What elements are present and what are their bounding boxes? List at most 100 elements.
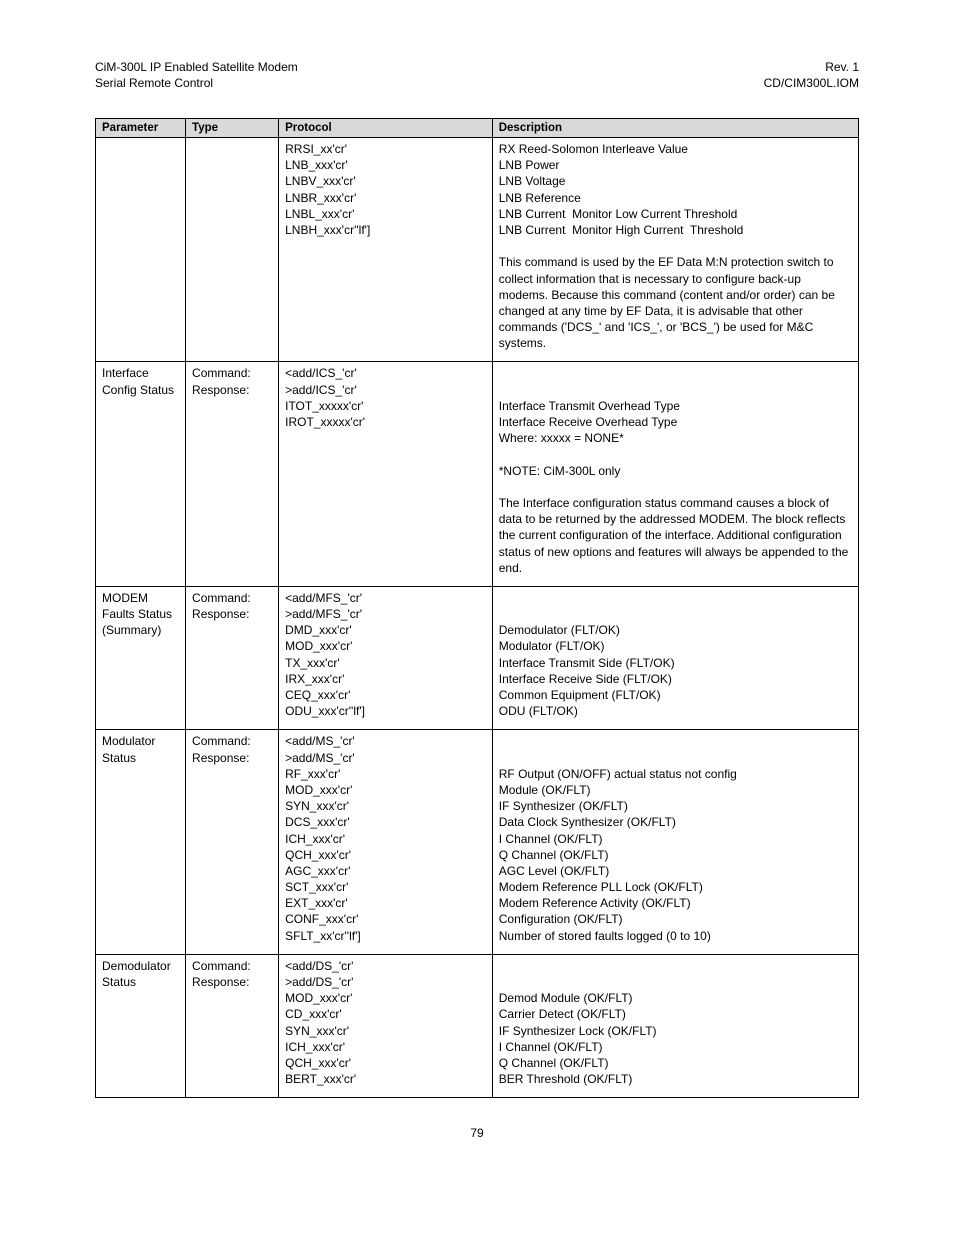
cell-line (499, 733, 852, 749)
cell-line: IF Synthesizer (OK/FLT) (499, 798, 852, 814)
cell-line: Response: (192, 382, 272, 398)
cell-line: EXT_xxx'cr' (285, 895, 486, 911)
cell-line: IF Synthesizer Lock (OK/FLT) (499, 1023, 852, 1039)
cell-line: LNB Power (499, 157, 852, 173)
parameter-table: Parameter Type Protocol Description RRSI… (95, 118, 859, 1098)
cell-line: RF_xxx'cr' (285, 766, 486, 782)
cell-line: >add/MFS_'cr' (285, 606, 486, 622)
cell-line: TX_xxx'cr' (285, 655, 486, 671)
cell-protocol: RRSI_xx'cr'LNB_xxx'cr'LNBV_xxx'cr'LNBR_x… (279, 138, 493, 362)
cell-type: Command:Response: (186, 954, 279, 1098)
cell-line: LNBV_xxx'cr' (285, 173, 486, 189)
cell-line: Modem Reference Activity (OK/FLT) (499, 895, 852, 911)
cell-description: RX Reed-Solomon Interleave ValueLNB Powe… (492, 138, 858, 362)
cell-protocol: <add/MFS_'cr'>add/MFS_'cr'DMD_xxx'cr'MOD… (279, 586, 493, 730)
cell-line: RRSI_xx'cr' (285, 141, 486, 157)
cell-line: <add/ICS_'cr' (285, 365, 486, 381)
cell-line (499, 974, 852, 990)
header-right-2: CD/CIM300L.IOM (764, 76, 859, 90)
cell-line: CONF_xxx'cr' (285, 911, 486, 927)
cell-line (499, 382, 852, 398)
cell-line: Interface Transmit Overhead Type (499, 398, 852, 414)
cell-type: Command:Response: (186, 730, 279, 954)
cell-line: Carrier Detect (OK/FLT) (499, 1006, 852, 1022)
cell-line: IRX_xxx'cr' (285, 671, 486, 687)
cell-line: CD_xxx'cr' (285, 1006, 486, 1022)
cell-parameter (96, 138, 186, 362)
page-header: CiM-300L IP Enabled Satellite Modem Rev.… (95, 60, 859, 90)
cell-line: Response: (192, 750, 272, 766)
cell-line: LNBL_xxx'cr' (285, 206, 486, 222)
cell-line: LNB Current Monitor High Current Thresho… (499, 222, 852, 238)
cell-line: MOD_xxx'cr' (285, 990, 486, 1006)
cell-line: LNBH_xxx'cr''lf'] (285, 222, 486, 238)
cell-line: Common Equipment (FLT/OK) (499, 687, 852, 703)
cell-line: ICH_xxx'cr' (285, 1039, 486, 1055)
cell-line: AGC Level (OK/FLT) (499, 863, 852, 879)
cell-protocol: <add/DS_'cr'>add/DS_'cr'MOD_xxx'cr'CD_xx… (279, 954, 493, 1098)
cell-line: Interface Receive Overhead Type (499, 414, 852, 430)
cell-line: LNB Reference (499, 190, 852, 206)
cell-line: I Channel (OK/FLT) (499, 1039, 852, 1055)
cell-line (499, 479, 852, 495)
cell-line: The Interface configuration status comma… (499, 495, 852, 576)
table-row: Demodulator StatusCommand:Response:<add/… (96, 954, 859, 1098)
cell-description: Interface Transmit Overhead TypeInterfac… (492, 362, 858, 586)
col-type: Type (186, 119, 279, 138)
cell-line (102, 141, 179, 157)
col-description: Description (492, 119, 858, 138)
col-parameter: Parameter (96, 119, 186, 138)
cell-line: Data Clock Synthesizer (OK/FLT) (499, 814, 852, 830)
cell-line: DMD_xxx'cr' (285, 622, 486, 638)
cell-line: Interface Transmit Side (FLT/OK) (499, 655, 852, 671)
cell-line: CEQ_xxx'cr' (285, 687, 486, 703)
cell-line: SYN_xxx'cr' (285, 798, 486, 814)
cell-line: QCH_xxx'cr' (285, 847, 486, 863)
cell-line: RX Reed-Solomon Interleave Value (499, 141, 852, 157)
header-left-1: CiM-300L IP Enabled Satellite Modem (95, 60, 298, 74)
cell-protocol: <add/ICS_'cr'>add/ICS_'cr'ITOT_xxxxx'cr'… (279, 362, 493, 586)
table-row: Interface Config StatusCommand:Response:… (96, 362, 859, 586)
cell-line: BER Threshold (OK/FLT) (499, 1071, 852, 1087)
table-row: MODEM Faults Status (Summary)Command:Res… (96, 586, 859, 730)
cell-line: >add/MS_'cr' (285, 750, 486, 766)
cell-line (499, 365, 852, 381)
cell-line: DCS_xxx'cr' (285, 814, 486, 830)
cell-line: MOD_xxx'cr' (285, 782, 486, 798)
cell-line: Demodulator Status (102, 958, 179, 990)
cell-line: Q Channel (OK/FLT) (499, 1055, 852, 1071)
table-row: Modulator StatusCommand:Response:<add/MS… (96, 730, 859, 954)
cell-line: Number of stored faults logged (0 to 10) (499, 928, 852, 944)
cell-line: I Channel (OK/FLT) (499, 831, 852, 847)
cell-type: Command:Response: (186, 362, 279, 586)
cell-line: Response: (192, 974, 272, 990)
cell-line: Configuration (OK/FLT) (499, 911, 852, 927)
cell-line: LNBR_xxx'cr' (285, 190, 486, 206)
cell-line: SYN_xxx'cr' (285, 1023, 486, 1039)
cell-line: SFLT_xx'cr''lf'] (285, 928, 486, 944)
cell-line: <add/MFS_'cr' (285, 590, 486, 606)
cell-line: >add/ICS_'cr' (285, 382, 486, 398)
cell-line: ITOT_xxxxx'cr' (285, 398, 486, 414)
cell-line: Interface Config Status (102, 365, 179, 397)
cell-line: Modulator (FLT/OK) (499, 638, 852, 654)
cell-line: Command: (192, 733, 272, 749)
header-right-1: Rev. 1 (825, 60, 859, 74)
cell-line: ODU_xxx'cr''lf'] (285, 703, 486, 719)
cell-parameter: Modulator Status (96, 730, 186, 954)
cell-line: LNB Voltage (499, 173, 852, 189)
page-number: 79 (95, 1126, 859, 1140)
cell-line: IROT_xxxxx'cr' (285, 414, 486, 430)
col-protocol: Protocol (279, 119, 493, 138)
cell-protocol: <add/MS_'cr'>add/MS_'cr'RF_xxx'cr'MOD_xx… (279, 730, 493, 954)
cell-description: Demodulator (FLT/OK)Modulator (FLT/OK)In… (492, 586, 858, 730)
cell-line: <add/MS_'cr' (285, 733, 486, 749)
cell-line: RF Output (ON/OFF) actual status not con… (499, 766, 852, 782)
table-row: RRSI_xx'cr'LNB_xxx'cr'LNBV_xxx'cr'LNBR_x… (96, 138, 859, 362)
cell-parameter: MODEM Faults Status (Summary) (96, 586, 186, 730)
cell-line (499, 958, 852, 974)
cell-line: Modem Reference PLL Lock (OK/FLT) (499, 879, 852, 895)
cell-line: BERT_xxx'cr' (285, 1071, 486, 1087)
cell-line: LNB_xxx'cr' (285, 157, 486, 173)
cell-line: Q Channel (OK/FLT) (499, 847, 852, 863)
